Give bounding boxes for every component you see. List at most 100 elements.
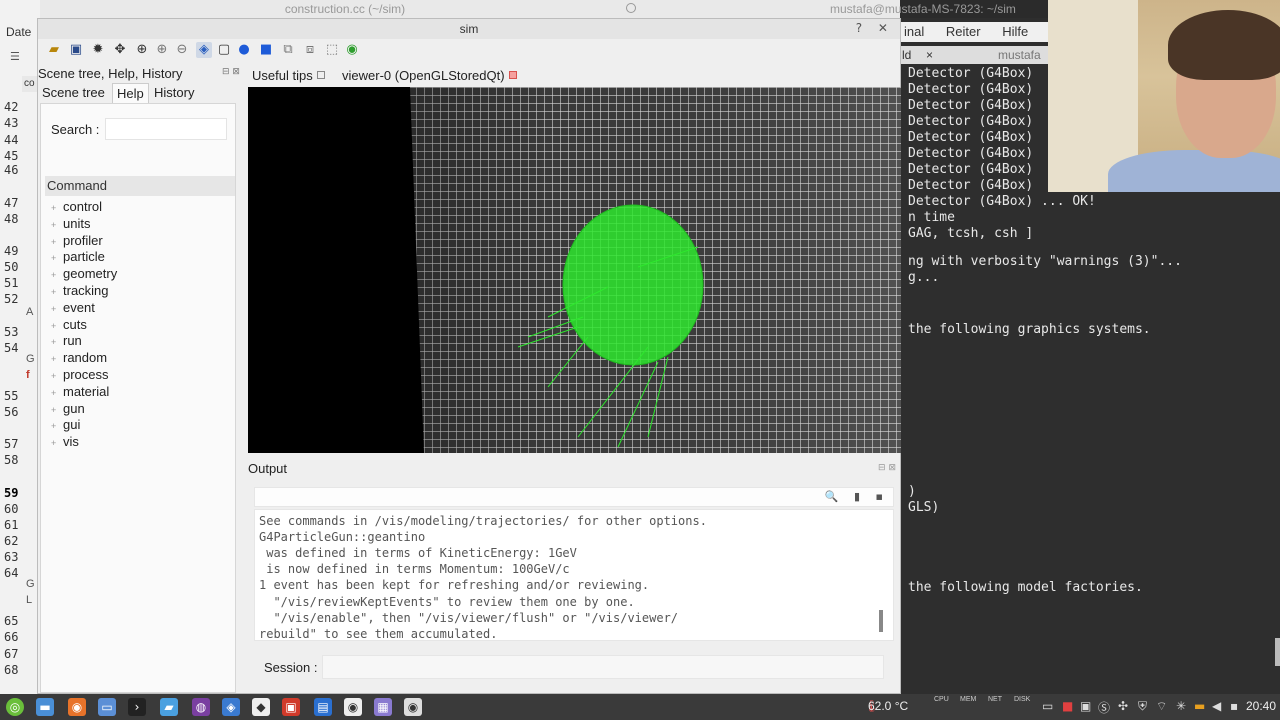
command-tree-item[interactable]: + event	[51, 299, 95, 316]
command-tree-item-label: gun	[63, 400, 85, 416]
wireframe-icon[interactable]: ▢	[216, 42, 232, 58]
terminal-line: the following graphics systems.	[908, 322, 1151, 337]
command-tree-item[interactable]: + gun	[51, 400, 85, 417]
terminal-tab2-label[interactable]: mustafa	[998, 46, 1041, 64]
command-tree-item[interactable]: + profiler	[51, 232, 103, 249]
start-menu-icon[interactable]: ◎	[6, 698, 24, 716]
tray-icon-1[interactable]: ▭	[1042, 699, 1053, 713]
terminal-tab-label[interactable]: ld	[902, 46, 911, 64]
tab-close-icon[interactable]	[316, 71, 325, 79]
sim-window-controls[interactable]: ? ✕	[856, 21, 894, 35]
terminal-menu-terminal[interactable]: inal	[904, 24, 924, 39]
app4-icon[interactable]: ▣	[282, 698, 300, 716]
volume-icon[interactable]: ◀	[1212, 699, 1221, 713]
session-input[interactable]	[322, 655, 884, 679]
command-tree-item-label: profiler	[63, 232, 103, 248]
editor-menu-date[interactable]: Date	[0, 22, 40, 42]
keyboard-layout-icon[interactable]: ▬	[1194, 699, 1205, 713]
command-tree-item-label: control	[63, 199, 103, 214]
command-tree-item-label: geometry	[63, 266, 118, 282]
line-number: 58	[4, 453, 19, 467]
command-tree-item[interactable]: + material	[51, 383, 109, 400]
taskbar-clock[interactable]: 20:40	[1246, 699, 1276, 713]
tab-scene-tree[interactable]: Scene tree	[38, 83, 109, 103]
tab-help[interactable]: Help	[112, 83, 149, 103]
app2-icon[interactable]: ◈	[222, 698, 240, 716]
command-tree-item[interactable]: + run	[51, 332, 82, 349]
command-tree-item[interactable]: + cuts	[51, 316, 87, 333]
move-icon[interactable]: ✥	[112, 42, 128, 58]
tab-viewer-0[interactable]: viewer-0 (OpenGLStoredQt)	[342, 67, 517, 85]
shield-icon[interactable]: ⛨	[1138, 699, 1147, 714]
screen: construction.cc (~/sim) Date ☰ co 42 43 44…	[0, 0, 1280, 720]
tab-close-icon[interactable]	[508, 71, 517, 79]
app6-icon[interactable]: ◉	[344, 698, 362, 716]
command-tree-item[interactable]: + tracking	[51, 282, 109, 299]
command-tree-item[interactable]: + process	[51, 366, 109, 383]
command-tree-item[interactable]: + vis	[51, 433, 79, 450]
command-tree-item[interactable]: + particle	[51, 248, 105, 265]
dock-title: Scene tree, Help, History	[38, 66, 183, 81]
folder-icon[interactable]: ▰	[160, 698, 178, 716]
command-tree-item[interactable]: + units	[51, 215, 90, 232]
ortho-icon[interactable]: ⧈	[302, 42, 318, 58]
open-folder-icon[interactable]: ▰	[46, 42, 62, 58]
app-icon[interactable]: ◍	[192, 698, 210, 716]
solid-icon[interactable]: ●	[236, 42, 252, 58]
output-dock-buttons[interactable]: ⊟ ⊠	[878, 463, 896, 473]
files-icon[interactable]: ▭	[98, 698, 116, 716]
sysmon-net: NET	[988, 696, 1002, 703]
output-scrollbar[interactable]	[879, 610, 883, 632]
zoom-out-icon[interactable]: ⊖	[174, 42, 190, 58]
pick-icon[interactable]: ◈	[196, 42, 212, 58]
app8-icon[interactable]: ◉	[404, 698, 422, 716]
app3-icon[interactable]: ◆	[252, 698, 270, 716]
perspective-icon[interactable]: ⧉	[280, 42, 296, 58]
pin-icon[interactable]	[626, 3, 636, 13]
terminal-tab-close-icon[interactable]: ×	[926, 46, 933, 64]
app7-icon[interactable]: ▦	[374, 698, 392, 716]
terminal-title: mustafa@mustafa-MS-7823: ~/sim	[830, 2, 1016, 16]
terminal-menu-hilfe[interactable]: Hilfe	[1002, 24, 1028, 39]
notification-icon[interactable]: ▪	[1230, 699, 1238, 713]
terminal-line: GAG, tcsh, csh ]	[908, 226, 1034, 241]
command-tree-item[interactable]: + gui	[51, 416, 80, 433]
line-number: 66	[4, 630, 19, 644]
command-tree-item[interactable]: + geometry	[51, 265, 117, 282]
sim-title-bar[interactable]: sim ? ✕	[38, 19, 900, 39]
terminal-menu-reiter[interactable]: Reiter	[946, 24, 981, 39]
terminal-scrollbar[interactable]	[1275, 638, 1280, 666]
command-column-header[interactable]: Command	[45, 176, 235, 196]
tray-icon-3[interactable]: ▣	[1080, 699, 1091, 713]
desktop-icon[interactable]: ▬	[36, 698, 54, 716]
tab-useful-tips[interactable]: Useful tips	[252, 67, 325, 85]
command-tree-item[interactable]: + control	[51, 198, 102, 215]
firefox-icon[interactable]: ◉	[68, 698, 86, 716]
output-text-area[interactable]: See commands in /vis/modeling/trajectori…	[254, 509, 894, 641]
settings-gear-icon[interactable]: ✹	[90, 42, 106, 58]
help-search-input[interactable]	[105, 118, 227, 140]
wifi-icon[interactable]: ⌔	[1156, 699, 1167, 714]
command-tree-item[interactable]: + random	[51, 349, 107, 366]
save-icon[interactable]: ▣	[68, 42, 84, 58]
output-filter-bar[interactable]: 🔍 ▮ ▪	[254, 487, 894, 507]
skype-icon[interactable]: Ⓢ	[1098, 699, 1110, 716]
bluetooth-icon[interactable]: ✳	[1176, 699, 1186, 713]
hidden-line-icon[interactable]: ■	[258, 42, 274, 58]
fullscreen-icon[interactable]: ⬚	[324, 42, 340, 58]
run-icon[interactable]: ◉	[344, 42, 360, 58]
output-filter-icons[interactable]: 🔍 ▮ ▪	[825, 490, 889, 503]
zoom-in-icon[interactable]: ⊕	[154, 42, 170, 58]
dock-float-close-buttons[interactable]: ⊟ ⊠	[222, 67, 240, 77]
opengl-viewer[interactable]	[248, 87, 901, 453]
expand-icon[interactable]: +	[51, 435, 63, 452]
app5-icon[interactable]: ▤	[314, 698, 332, 716]
network-icon[interactable]: ✣	[1118, 699, 1128, 713]
tray-icon-2[interactable]: ■	[1062, 699, 1073, 713]
editor-tab-list-icon[interactable]: ☰	[10, 50, 22, 63]
rotate-icon[interactable]: ⊕	[134, 42, 150, 58]
command-tree-item-label: units	[63, 215, 91, 231]
output-line: "/vis/reviewKeptEvents" to review them o…	[259, 594, 635, 609]
tab-history[interactable]: History	[150, 83, 198, 103]
terminal-icon[interactable]: ›	[128, 698, 146, 716]
